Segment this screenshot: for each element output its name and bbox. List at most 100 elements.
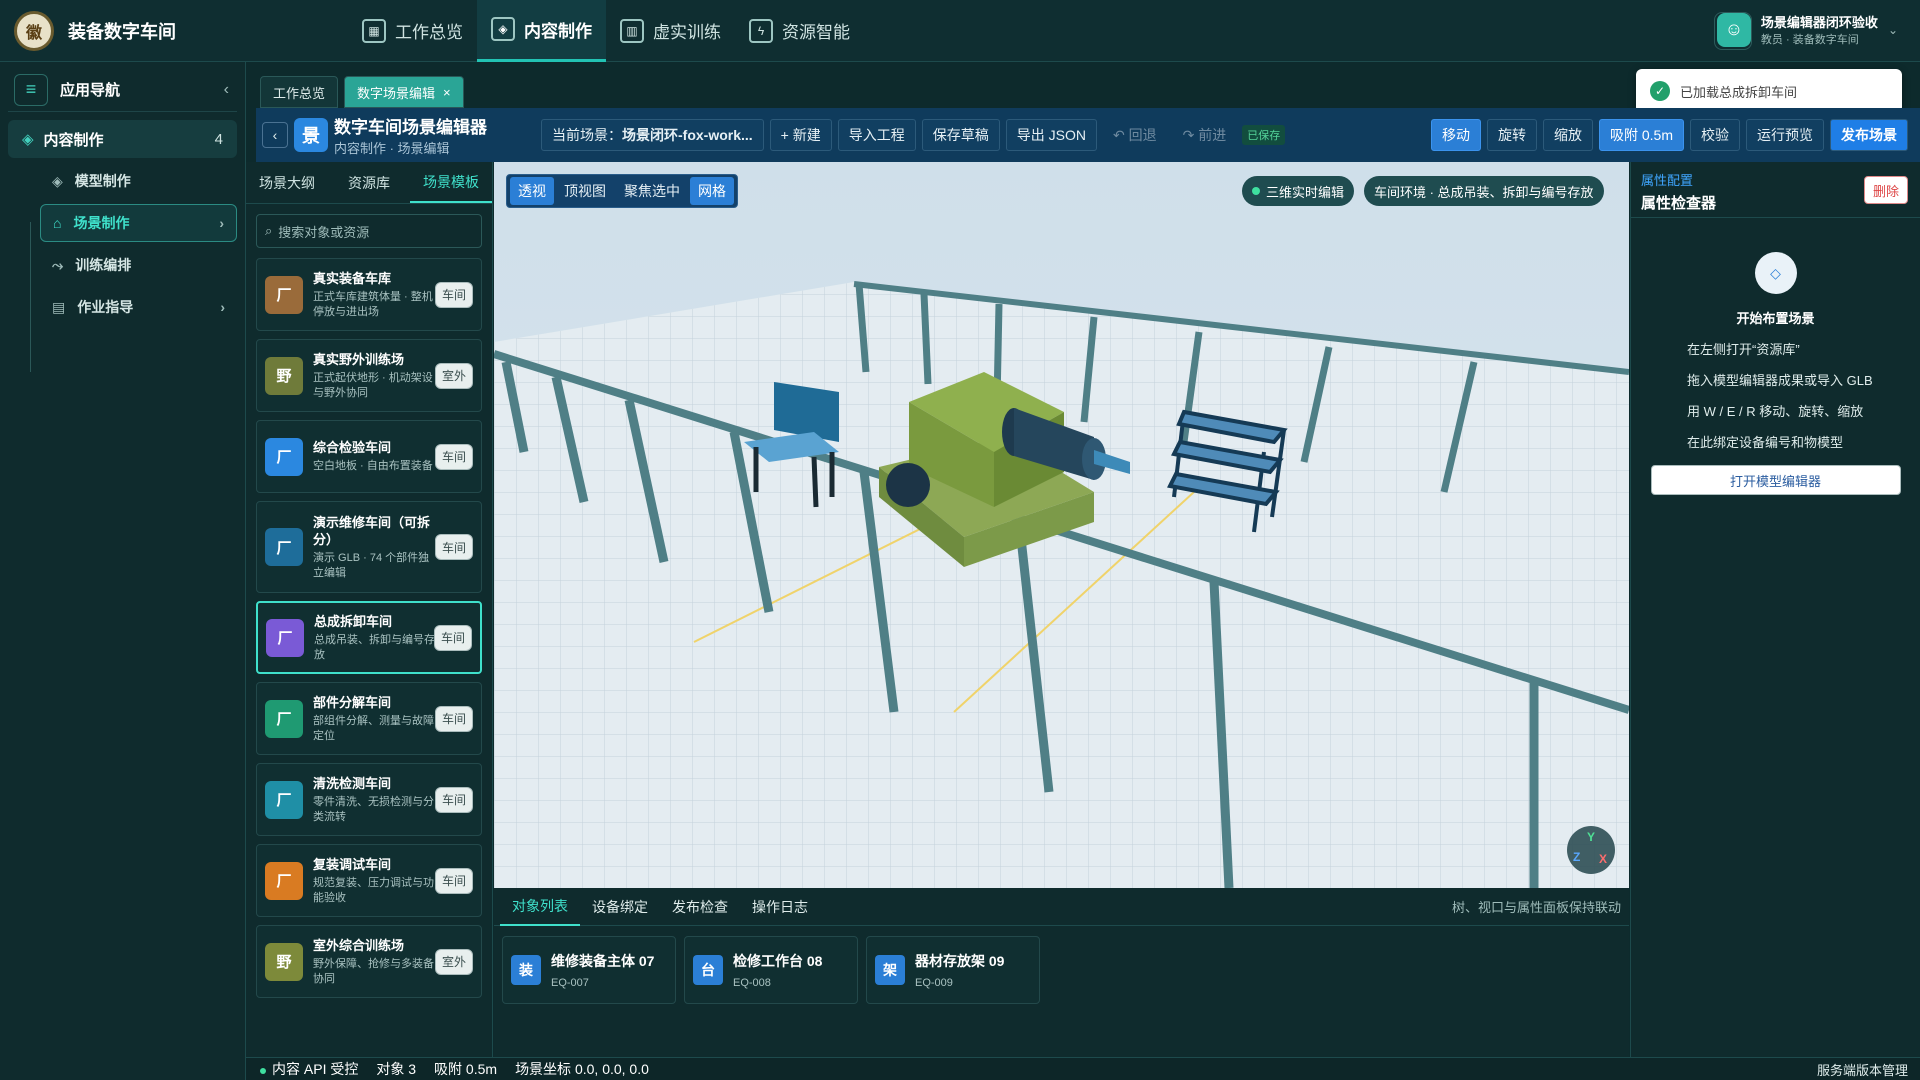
tab-overview[interactable]: 工作总览 <box>260 76 339 108</box>
template-name: 演示维修车间（可拆分） <box>313 514 431 547</box>
search-input[interactable]: ⌕ 搜索对象或资源 <box>256 214 482 248</box>
template-card[interactable]: 野室外综合训练场野外保障、抢修与多装备协同 室外 <box>256 925 482 998</box>
template-description: 正式起伏地形 · 机动架设与野外协同 <box>313 371 433 399</box>
user-role: 教员 · 装备数字车间 <box>1760 34 1859 46</box>
save-draft-button[interactable]: 保存草稿 <box>921 119 1000 151</box>
sidebar-item-model[interactable]: ◈ 模型制作 <box>40 162 237 200</box>
template-tag: 室外 <box>434 948 473 975</box>
import-button[interactable]: 导入工程 <box>837 119 916 151</box>
template-name: 清洗检测车间 <box>313 775 392 791</box>
empty-state-title: 开始布置场景 <box>1736 311 1815 326</box>
template-name: 室外综合训练场 <box>313 937 405 953</box>
scale-tool-button[interactable]: 缩放 <box>1542 119 1593 151</box>
user-menu[interactable]: ☺ 场景编辑器闭环验收 教员 · 装备数字车间 ⌄ <box>1716 12 1898 47</box>
scene-render[interactable] <box>494 162 1629 888</box>
bottom-panel-tabs: 对象列表 设备绑定 发布检查 操作日志 树、视口与属性面板保持联动 <box>494 888 1629 926</box>
view-focus-selected[interactable]: 聚焦选中 <box>616 177 688 205</box>
tab-publish-check[interactable]: 发布检查 <box>660 888 740 926</box>
inspector-header: 属性配置 属性检查器 删除 <box>1631 162 1920 218</box>
template-card[interactable]: 厂清洗检测车间 零件清洗、无损检测与分类流转 车间 <box>256 763 482 836</box>
view-grid-toggle[interactable]: 网格 <box>690 177 734 205</box>
move-tool-button[interactable]: 移动 <box>1430 119 1481 151</box>
tab-operation-log[interactable]: 操作日志 <box>740 888 820 926</box>
template-card[interactable]: 厂部件分解车间 部组件分解、测量与故障定位 车间 <box>256 682 482 755</box>
floor-grid <box>494 282 1629 888</box>
environment-label: 车间环境 · 总成吊装、拆卸与编号存放 <box>1364 176 1604 206</box>
publish-scene-button[interactable]: 发布场景 <box>1830 119 1908 151</box>
template-card[interactable]: 厂复装调试车间 规范复装、压力调试与功能验收 车间 <box>256 844 482 917</box>
export-json-button[interactable]: 导出 JSON <box>1005 119 1097 151</box>
sidebar-item-training[interactable]: ⤳ 训练编排 <box>40 246 237 284</box>
scene-selector[interactable]: 当前场景： 场景闭环-fox-work... <box>541 119 764 151</box>
template-description: 部组件分解、测量与故障定位 <box>313 714 434 742</box>
new-button[interactable]: + 新建 <box>769 119 832 151</box>
tab-scene-templates[interactable]: 场景模板 <box>410 162 492 203</box>
sidebar-item-guide[interactable]: ▤ 作业指导 › <box>40 288 237 326</box>
object-list: 装维修装备主体 07 EQ-007 台检修工作台 08 EQ-008 架器材存放架 09… <box>494 926 1629 1014</box>
template-card[interactable]: 厂真实装备车库 正式车库建筑体量 · 整机停放与进出场 车间 <box>256 258 482 331</box>
object-card[interactable]: 台检修工作台 08 EQ-008 <box>684 936 858 1004</box>
editor-breadcrumb: 内容制作 · 场景编辑 <box>334 141 450 156</box>
template-icon: 厂 <box>265 275 303 314</box>
template-tag: 车间 <box>434 786 473 813</box>
undo-button[interactable]: ↶ 回退 <box>1103 119 1167 151</box>
nav-tab-content[interactable]: ◈ 内容制作 <box>477 0 606 62</box>
template-card[interactable]: 厂综合检验车间 空白地板 · 自由布置装备 车间 <box>256 420 482 493</box>
view-top[interactable]: 顶视图 <box>556 177 614 205</box>
run-preview-button[interactable]: 运行预览 <box>1746 119 1824 151</box>
flow-icon: ⤳ <box>52 256 64 273</box>
object-card[interactable]: 架器材存放架 09 EQ-009 <box>866 936 1040 1004</box>
tab-scene-outline[interactable]: 场景大纲 <box>246 162 328 203</box>
template-tag: 车间 <box>434 867 473 894</box>
sidebar-group-content[interactable]: ◈ 内容制作 4 <box>8 120 237 158</box>
object-icon: 台 <box>693 955 723 985</box>
version-management-link[interactable]: 服务端版本管理 <box>1817 1060 1908 1079</box>
nav-tab-training[interactable]: ▥ 虚实训练 <box>606 0 735 62</box>
user-name: 场景编辑器闭环验收 <box>1760 15 1878 30</box>
sidebar-item-scene[interactable]: ⌂ 场景制作 › <box>40 204 237 242</box>
menu-icon[interactable]: ≡ <box>14 73 48 106</box>
top-bar: 徽 装备数字车间 ▦工作总览 ◈内容制作 ▥虚实训练 ϟ资源智能 ⚙ ☺ 场景编… <box>0 0 1920 62</box>
tab-object-list[interactable]: 对象列表 <box>500 888 580 926</box>
left-panel-tabs: 场景大纲 资源库 场景模板 <box>246 162 492 204</box>
open-model-editor-button[interactable]: 打开模型编辑器 <box>1650 465 1901 495</box>
nav-tab-resources[interactable]: ϟ 资源智能 <box>735 0 864 62</box>
template-description: 总成吊装、拆卸与编号存放 <box>314 633 435 661</box>
nav-tab-overview[interactable]: ▦ 工作总览 <box>348 0 477 62</box>
live-edit-status: 三维实时编辑 <box>1242 176 1355 206</box>
tab-device-binding[interactable]: 设备绑定 <box>580 888 660 926</box>
delete-button[interactable]: 删除 <box>1863 176 1908 204</box>
rotate-tool-button[interactable]: 旋转 <box>1486 119 1537 151</box>
template-name: 总成拆卸车间 <box>314 613 393 629</box>
tab-scene-editor[interactable]: 数字场景编辑 × <box>344 76 464 108</box>
instruction-line: 在此绑定设备编号和物模型 <box>1687 435 1844 450</box>
tab-resource-library[interactable]: 资源库 <box>328 162 410 203</box>
3d-viewport[interactable]: 透视 顶视图 聚焦选中 网格 三维实时编辑 车间环境 · 总成吊装、拆卸与编号存… <box>494 162 1629 888</box>
template-name: 综合检验车间 <box>313 440 392 455</box>
template-icon: 厂 <box>265 437 303 476</box>
view-perspective[interactable]: 透视 <box>510 177 554 205</box>
template-description: 演示 GLB · 74 个部件独立编辑 <box>313 551 430 579</box>
collapse-chevron-icon[interactable]: ‹ <box>224 81 229 99</box>
template-card[interactable]: 野真实野外训练场 正式起伏地形 · 机动架设与野外协同 室外 <box>256 339 482 412</box>
book-icon: ▥ <box>620 18 644 43</box>
template-tag: 室外 <box>434 362 473 389</box>
validate-button[interactable]: 校验 <box>1690 119 1740 151</box>
close-icon[interactable]: × <box>443 85 451 100</box>
template-tag: 车间 <box>434 534 473 560</box>
template-icon: 野 <box>265 356 303 395</box>
axis-gizmo[interactable]: Y Z X <box>1567 826 1615 874</box>
back-chevron-icon[interactable]: ‹ <box>262 122 288 148</box>
template-card[interactable]: 厂总成拆卸车间 总成吊装、拆卸与编号存放 车间 <box>256 601 482 674</box>
object-code: EQ-008 <box>733 977 771 989</box>
object-card[interactable]: 装维修装备主体 07 EQ-007 <box>502 936 676 1004</box>
template-icon: 野 <box>265 942 303 981</box>
template-name: 真实装备车库 <box>313 270 392 286</box>
check-circle-icon: ✓ <box>1650 81 1670 101</box>
snap-toggle-button[interactable]: 吸附 0.5m <box>1598 119 1684 151</box>
redo-button[interactable]: ↷ 前进 <box>1173 119 1237 151</box>
template-card[interactable]: 厂演示维修车间（可拆分） 演示 GLB · 74 个部件独立编辑 车间 <box>256 501 482 593</box>
object-count: 对象 3 <box>376 1061 417 1077</box>
template-description: 野外保障、抢修与多装备协同 <box>313 957 434 985</box>
tree-line <box>30 222 31 372</box>
